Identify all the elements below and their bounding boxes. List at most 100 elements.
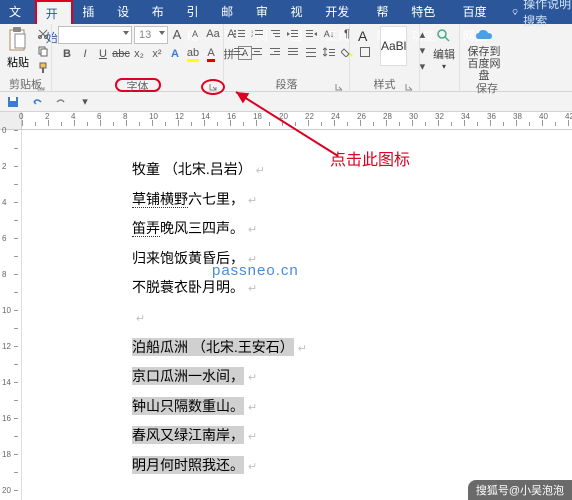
scissors-icon (37, 28, 49, 40)
bullets-icon (233, 29, 245, 39)
decrease-indent-button[interactable] (284, 26, 302, 42)
group-paragraph: 12 A↓ ¶ 段落 (224, 24, 350, 92)
paragraph-launcher[interactable] (333, 81, 345, 93)
bold-button[interactable]: B (58, 46, 76, 62)
tab-home[interactable]: 开始 (35, 0, 74, 24)
distribute-icon (306, 48, 316, 57)
poem2-line3: 春风又绿江南岸，↵ (132, 426, 572, 446)
underline-button[interactable]: U (94, 46, 112, 62)
char-shading-icon: A (356, 26, 372, 46)
strikethrough-button[interactable]: abc (112, 46, 130, 62)
tab-layout[interactable]: 布局 (143, 0, 178, 24)
tab-file[interactable]: 文件 (0, 0, 35, 24)
undo-icon (31, 96, 43, 108)
tab-devtools[interactable]: 开发工具 (316, 0, 367, 24)
font-dialog-launcher[interactable] (201, 79, 225, 95)
distribute-button[interactable] (302, 44, 320, 60)
align-center-button[interactable] (248, 44, 266, 60)
tell-me-label: 操作说明搜索 (523, 0, 572, 29)
tab-view[interactable]: 视图 (282, 0, 317, 24)
style-gallery[interactable]: AaBl (380, 26, 407, 66)
cloud-icon (474, 26, 494, 46)
editing-button[interactable]: 编辑 ▾ (426, 26, 462, 71)
justify-button[interactable] (284, 44, 302, 60)
editing-label: 编辑 (433, 46, 455, 62)
qat-redo[interactable] (52, 94, 70, 110)
numbering-icon: 12 (251, 29, 263, 39)
font-color-icon: A (207, 47, 214, 62)
document-page[interactable]: 牧童 （北宋.吕岩）↵ 草铺横野六七里，↵ 笛弄晚风三四声。↵ 归来饱饭黄昏后，… (22, 130, 572, 500)
svg-text:A: A (358, 28, 368, 44)
poem1-line1: 草铺横野六七里，↵ (132, 190, 572, 210)
copy-button[interactable] (34, 43, 52, 59)
subscript-button[interactable]: x₂ (130, 46, 148, 62)
shrink-font-button[interactable]: A (186, 26, 204, 42)
sort-button[interactable]: A↓ (320, 26, 338, 42)
text-effects-button[interactable]: A (166, 46, 184, 62)
change-case-button[interactable]: Aa (204, 26, 222, 42)
tab-review[interactable]: 审阅 (247, 0, 282, 24)
footer-credit: 搜狐号@小吴泡泡 (468, 480, 572, 500)
save-baidu-label: 保存到 百度网盘 (466, 46, 502, 82)
annotation-text: 点击此图标 (330, 146, 410, 170)
multilevel-icon (269, 29, 281, 39)
highlight-icon: ab (187, 47, 199, 62)
italic-button[interactable]: I (76, 46, 94, 62)
horizontal-ruler[interactable]: 024681012141618202224262830323436384042 (0, 112, 572, 130)
paste-button[interactable]: 粘贴 (6, 26, 30, 70)
group-save: 保存到 百度网盘 保存 (460, 24, 514, 92)
align-right-button[interactable] (266, 44, 284, 60)
document-area: 02468101214161820 牧童 （北宋.吕岩）↵ 草铺横野六七里，↵ … (0, 130, 572, 500)
font-color-button[interactable]: A (202, 46, 220, 62)
tab-mailings[interactable]: 邮件 (212, 0, 247, 24)
align-left-button[interactable] (230, 44, 248, 60)
multilevel-button[interactable] (266, 26, 284, 42)
tab-help[interactable]: 帮助 (368, 0, 403, 24)
poem1-line2: 笛弄晚风三四声。↵ (132, 219, 572, 239)
tab-baidu[interactable]: 百度网盘 (454, 0, 505, 24)
font-name-combo[interactable] (58, 26, 132, 44)
qat-customize[interactable]: ▾ (76, 94, 94, 110)
sort-icon: A↓ (324, 29, 335, 39)
tab-special[interactable]: 特色功能 (402, 0, 453, 24)
styles-launcher[interactable] (403, 81, 415, 93)
numbering-button[interactable]: 12 (248, 26, 266, 42)
poem2-line1: 京口瓜洲一水间，↵ (132, 367, 572, 387)
line-spacing-button[interactable] (320, 44, 338, 60)
grow-font-button[interactable]: A (168, 26, 186, 42)
indent-icon (305, 29, 317, 39)
tell-me-search[interactable]: 操作说明搜索 (511, 0, 572, 29)
save-baidu-button[interactable]: 保存到 百度网盘 (466, 26, 502, 82)
poem1-line4: 不脱蓑衣卧月明。↵ (132, 278, 572, 298)
align-center-icon (252, 48, 262, 57)
brush-icon (37, 62, 49, 74)
group-styles: A AaBl ▴ ▾ ▾ 样式 (350, 24, 420, 92)
poem2-line2: 钟山只隔数重山。↵ (132, 397, 572, 417)
justify-icon (288, 48, 298, 57)
qat-undo[interactable] (28, 94, 46, 110)
align-right-icon (270, 48, 280, 57)
tab-design[interactable]: 设计 (108, 0, 143, 24)
clipboard-launcher[interactable] (35, 81, 47, 93)
style-char-shading[interactable]: A (356, 26, 372, 46)
clipboard-icon (6, 26, 30, 54)
tab-insert[interactable]: 插入 (73, 0, 108, 24)
vertical-ruler[interactable]: 02468101214161820 (0, 130, 22, 500)
group-clipboard: 粘贴 剪贴板 (0, 24, 52, 92)
bullets-button[interactable] (230, 26, 248, 42)
qat-save[interactable] (4, 94, 22, 110)
font-group-label: 字体 (58, 78, 217, 92)
font-size-combo[interactable]: 13 (134, 26, 168, 44)
increase-indent-button[interactable] (302, 26, 320, 42)
format-painter-button[interactable] (34, 60, 52, 76)
superscript-button[interactable]: x² (148, 46, 166, 62)
highlight-button[interactable]: ab (184, 46, 202, 62)
outdent-icon (287, 29, 299, 39)
group-font: 13 A A Aa A B I U abc x₂ x² A ab A 拼 A 字… (52, 24, 224, 92)
cut-button[interactable] (34, 26, 52, 42)
tab-references[interactable]: 引用 (177, 0, 212, 24)
empty-line: ↵ (132, 308, 572, 328)
styles-group-label: 样式 (356, 78, 413, 92)
paragraph-group-label: 段落 (230, 78, 343, 92)
line-spacing-icon (323, 47, 335, 57)
